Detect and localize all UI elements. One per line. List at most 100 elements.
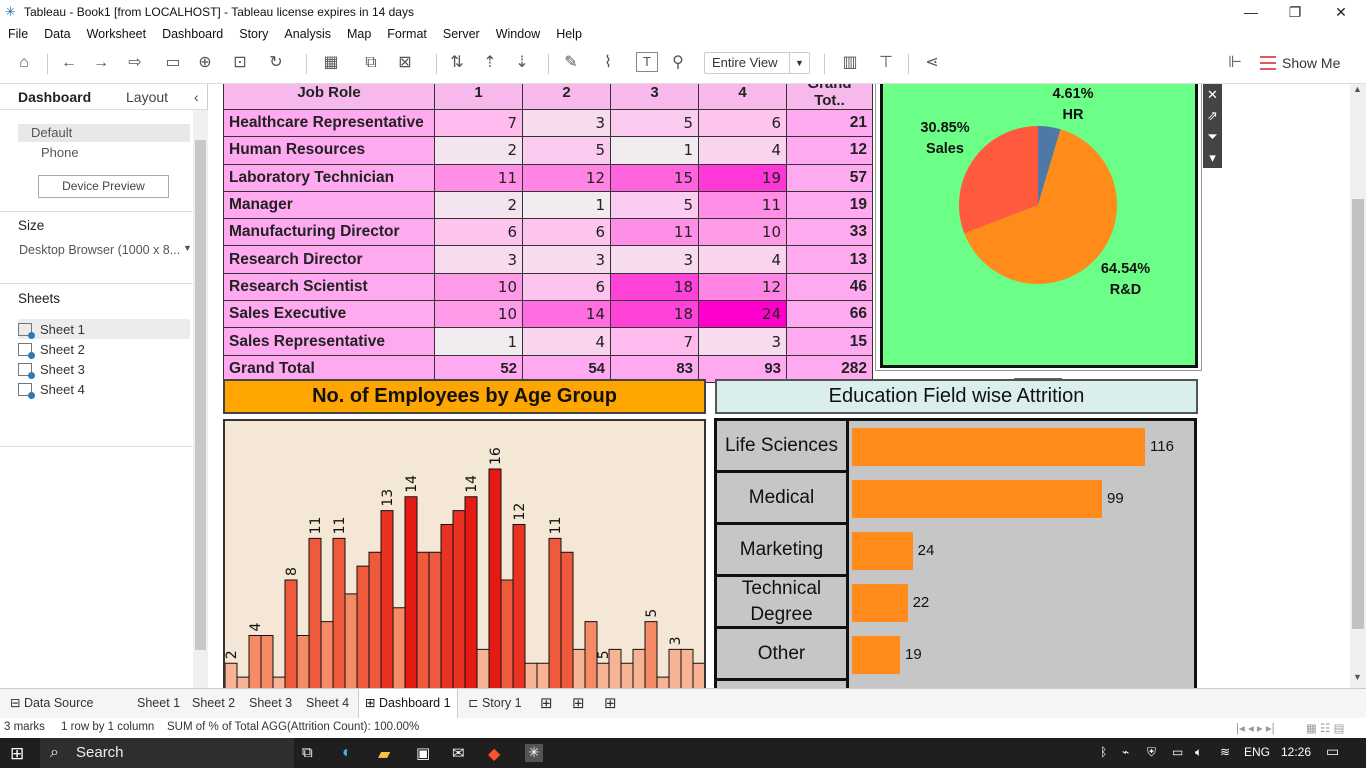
- age-bar[interactable]: [368, 551, 382, 688]
- heat-cell[interactable]: 19: [698, 163, 787, 192]
- heat-cell[interactable]: 5: [610, 108, 699, 138]
- age-bar[interactable]: [596, 662, 610, 688]
- show-me-button[interactable]: Show Me: [1260, 52, 1340, 74]
- fit-dropdown[interactable]: Entire View ▼: [704, 52, 810, 74]
- heat-cell[interactable]: 2: [434, 190, 523, 220]
- age-bar[interactable]: [236, 676, 250, 688]
- brave-icon[interactable]: ◆: [488, 744, 506, 763]
- go-to-sheet-icon[interactable]: ⇗: [1203, 105, 1222, 126]
- heat-cell[interactable]: 14: [522, 300, 611, 329]
- heat-cell[interactable]: 1: [522, 190, 611, 220]
- heat-cell[interactable]: 15: [610, 163, 699, 192]
- tab-sheet-3[interactable]: Sheet 3: [243, 689, 298, 718]
- filter-icon[interactable]: ⏷: [1203, 126, 1222, 147]
- menu-help[interactable]: Help: [556, 27, 582, 41]
- minimize-button[interactable]: —: [1228, 0, 1274, 24]
- heat-cell[interactable]: 5: [610, 190, 699, 220]
- age-bar[interactable]: [668, 648, 682, 688]
- canvas-scrollbar[interactable]: ▲ ▼: [1350, 84, 1366, 688]
- bluetooth-icon[interactable]: ᛒ: [1100, 745, 1107, 759]
- table-row[interactable]: Research Scientist 10 6 18 12 46: [223, 272, 873, 302]
- nav-first-icon[interactable]: |◂ ◂ ▸ ▸|: [1236, 721, 1275, 735]
- heat-cell[interactable]: 12: [522, 163, 611, 192]
- age-bar[interactable]: [632, 648, 646, 688]
- table-row[interactable]: Sales Executive 10 14 18 24 66: [223, 300, 873, 329]
- size-dropdown[interactable]: Desktop Browser (1000 x 8...: [19, 243, 180, 257]
- heat-cell[interactable]: 6: [522, 218, 611, 247]
- duplicate-sheet-icon[interactable]: ⧉: [360, 52, 382, 74]
- age-bar[interactable]: [548, 537, 562, 688]
- age-bar[interactable]: [272, 676, 286, 688]
- edu-bar[interactable]: [852, 584, 908, 622]
- table-row[interactable]: Human Resources 2 5 1 4 12: [223, 136, 873, 165]
- heat-cell[interactable]: 10: [434, 300, 523, 329]
- menu-dashboard[interactable]: Dashboard: [162, 27, 223, 41]
- pause-updates-icon[interactable]: ⊡: [227, 52, 253, 74]
- age-bar[interactable]: [536, 662, 550, 688]
- department-pie-panel[interactable]: 4.61% HR 64.54% R&D 30.85% Sales: [880, 84, 1198, 368]
- age-bar[interactable]: [380, 510, 394, 688]
- age-bar[interactable]: [296, 635, 310, 689]
- age-bar[interactable]: [416, 551, 430, 688]
- heat-cell[interactable]: 2: [434, 136, 523, 165]
- age-bar[interactable]: [476, 648, 490, 688]
- table-row[interactable]: Manager 2 1 5 11 19: [223, 190, 873, 220]
- tab-data-source[interactable]: ⊟ Data Source: [4, 689, 99, 718]
- table-row[interactable]: Research Director 3 3 3 4 13: [223, 245, 873, 274]
- replay-icon[interactable]: ⇨: [120, 52, 150, 74]
- wifi-icon[interactable]: ≋: [1220, 745, 1230, 759]
- heat-cell[interactable]: 10: [434, 272, 523, 302]
- restore-button[interactable]: ❐: [1272, 0, 1318, 24]
- menu-format[interactable]: Format: [387, 27, 427, 41]
- heat-cell[interactable]: 12: [698, 272, 787, 302]
- security-icon[interactable]: ⛨: [1147, 745, 1156, 760]
- tab-dashboard[interactable]: Dashboard: [18, 89, 91, 105]
- close-button[interactable]: ✕: [1318, 0, 1364, 24]
- age-bar[interactable]: [620, 662, 634, 688]
- highlight-icon[interactable]: ✎: [558, 52, 584, 74]
- new-data-source-icon[interactable]: ⊕: [195, 52, 215, 74]
- age-bar[interactable]: [392, 607, 406, 688]
- menu-server[interactable]: Server: [443, 27, 480, 41]
- edu-bar[interactable]: [852, 428, 1145, 466]
- swap-icon[interactable]: ⇅: [446, 52, 468, 74]
- refresh-icon[interactable]: ↻: [265, 52, 287, 74]
- age-bar[interactable]: [332, 537, 346, 688]
- collapse-panel-icon[interactable]: ‹: [194, 89, 199, 105]
- age-bar[interactable]: [225, 662, 238, 688]
- age-bar[interactable]: [440, 524, 454, 689]
- clear-sheet-icon[interactable]: ⊠: [392, 52, 418, 74]
- heat-cell[interactable]: 11: [610, 218, 699, 247]
- menu-map[interactable]: Map: [347, 27, 371, 41]
- age-bar[interactable]: [308, 537, 322, 688]
- edu-bar[interactable]: [852, 636, 900, 674]
- age-bar[interactable]: [608, 648, 622, 688]
- heat-cell[interactable]: 1: [610, 136, 699, 165]
- edge-icon[interactable]: ◐: [342, 744, 360, 762]
- device-preview-button[interactable]: Device Preview: [38, 175, 169, 198]
- tab-layout[interactable]: Layout: [126, 89, 168, 105]
- new-dashboard-tab-icon[interactable]: ⊞: [566, 689, 591, 718]
- heat-cell[interactable]: 4: [698, 136, 787, 165]
- sheet-item[interactable]: Sheet 1: [18, 319, 190, 339]
- age-bar[interactable]: [404, 496, 418, 688]
- heat-cell[interactable]: 11: [698, 190, 787, 220]
- table-row[interactable]: Healthcare Representative 7 3 5 6 21: [223, 108, 873, 138]
- age-bar[interactable]: [452, 510, 466, 688]
- menu-analysis[interactable]: Analysis: [284, 27, 331, 41]
- heat-cell[interactable]: 7: [610, 327, 699, 356]
- view-grid-icon[interactable]: ▦ ☷ ▤: [1306, 721, 1344, 735]
- sort-descending-icon[interactable]: ⇣: [511, 52, 533, 74]
- menu-file[interactable]: File: [8, 27, 28, 41]
- age-bar[interactable]: [260, 635, 274, 689]
- task-view-icon[interactable]: ⧉: [302, 744, 320, 762]
- windows-start-icon[interactable]: ⊞: [10, 744, 24, 764]
- redo-icon[interactable]: →: [90, 52, 112, 74]
- tab-dashboard-1[interactable]: ⊞ Dashboard 1: [358, 689, 458, 718]
- network-icon[interactable]: ⌁: [1122, 745, 1129, 759]
- clock[interactable]: 12:26: [1281, 745, 1311, 759]
- new-worksheet-tab-icon[interactable]: ⊞: [534, 689, 559, 718]
- heat-cell[interactable]: 6: [522, 272, 611, 302]
- heat-cell[interactable]: 4: [698, 245, 787, 274]
- sort-ascending-icon[interactable]: ⇡: [479, 52, 501, 74]
